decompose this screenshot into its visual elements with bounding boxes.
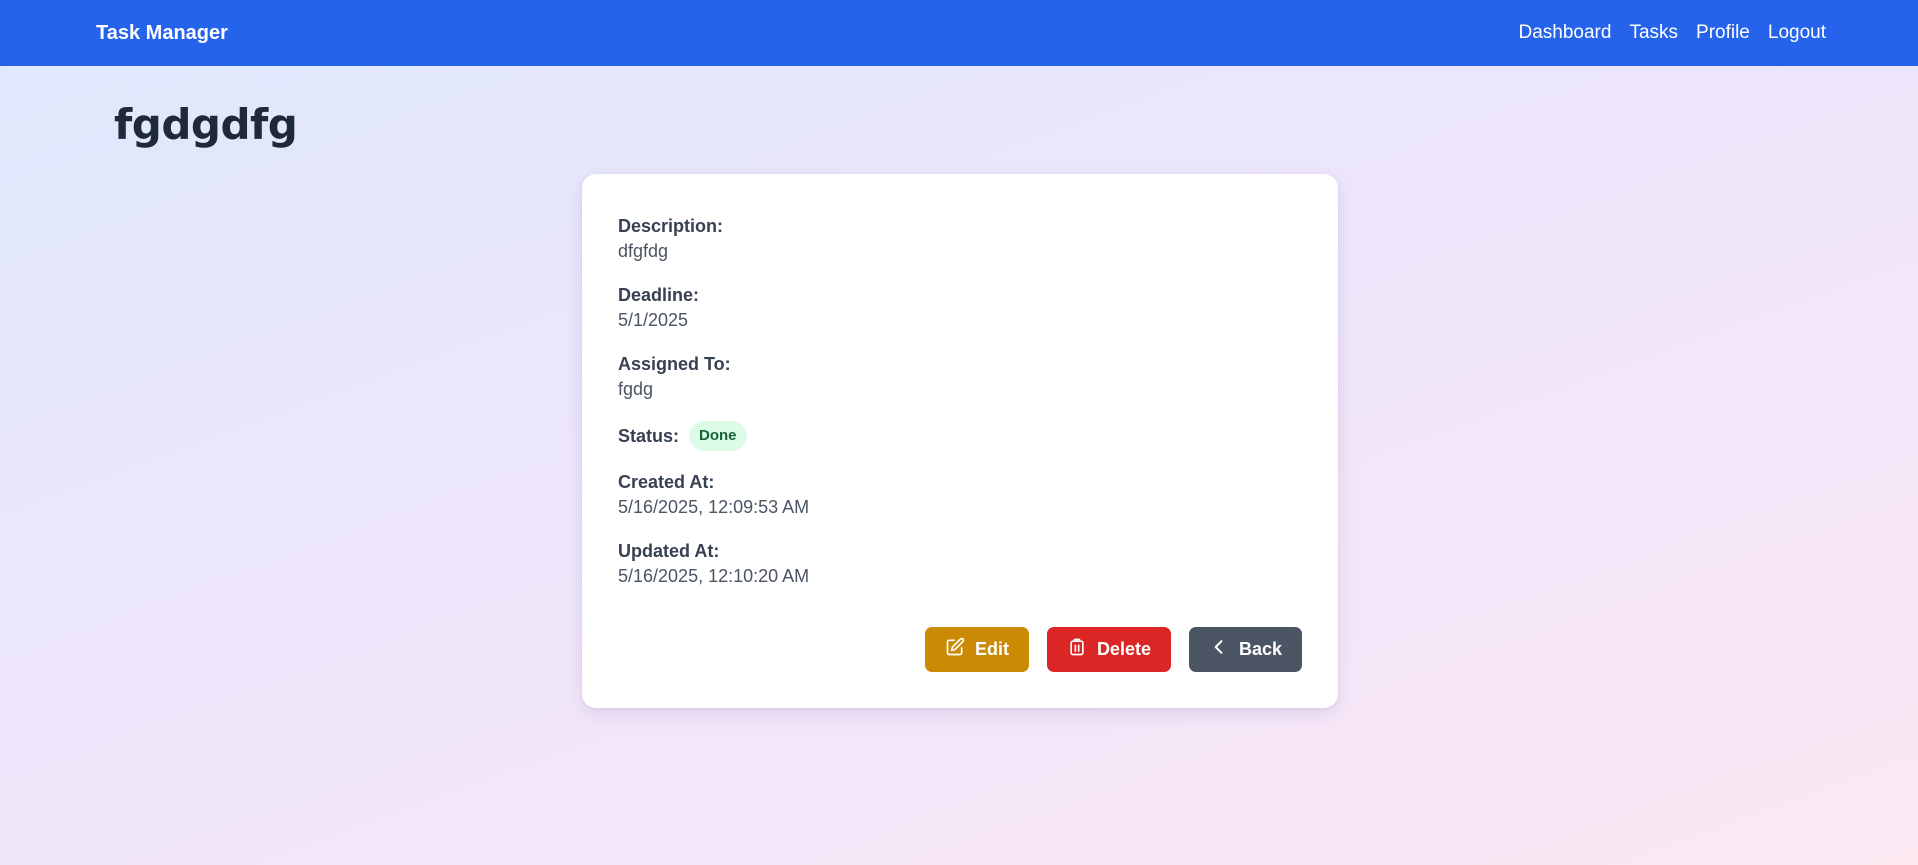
nav-link-logout[interactable]: Logout (1768, 22, 1826, 44)
edit-square-icon (945, 637, 965, 662)
back-button[interactable]: Back (1188, 627, 1302, 672)
description-label: Description: (618, 216, 724, 236)
updated-field: Updated At: 5/16/2025, 12:10:20 AM (618, 539, 1302, 589)
status-label: Status: (618, 426, 680, 446)
created-label: Created At: (618, 472, 715, 492)
task-detail-card: Description: dfgfdg Deadline: 5/1/2025 A… (582, 174, 1338, 708)
deadline-value: 5/1/2025 (618, 310, 689, 330)
edit-button-label: Edit (974, 639, 1009, 659)
nav-link-dashboard[interactable]: Dashboard (1518, 22, 1611, 44)
deadline-label: Deadline: (618, 285, 700, 305)
deadline-field: Deadline: 5/1/2025 (618, 283, 1302, 333)
description-value: dfgfdg (618, 241, 669, 261)
created-value: 5/16/2025, 12:09:53 AM (618, 497, 810, 517)
updated-label: Updated At: (618, 541, 720, 561)
assigned-label: Assigned To: (618, 354, 731, 374)
created-field: Created At: 5/16/2025, 12:09:53 AM (618, 470, 1302, 520)
top-navbar: Task Manager Dashboard Tasks Profile Log… (0, 0, 1918, 66)
page-title: fgdgdfg (114, 100, 298, 149)
delete-button[interactable]: Delete (1046, 627, 1171, 672)
chevron-left-icon (1209, 637, 1229, 662)
nav-link-profile[interactable]: Profile (1696, 22, 1750, 44)
description-field: Description: dfgfdg (618, 214, 1302, 264)
edit-button[interactable]: Edit (924, 627, 1029, 672)
assigned-value: fgdg (618, 379, 654, 399)
back-button-label: Back (1238, 639, 1282, 659)
delete-button-label: Delete (1096, 639, 1151, 659)
updated-value: 5/16/2025, 12:10:20 AM (618, 566, 810, 586)
trash-icon (1067, 637, 1087, 662)
status-field: Status: Done (618, 421, 1302, 451)
assigned-field: Assigned To: fgdg (618, 352, 1302, 402)
action-buttons: Edit Delete Back (924, 627, 1302, 672)
nav-links: Dashboard Tasks Profile Logout (1518, 22, 1826, 44)
nav-link-tasks[interactable]: Tasks (1629, 22, 1678, 44)
status-badge: Done (689, 421, 747, 451)
brand-logo-text[interactable]: Task Manager (96, 22, 228, 45)
